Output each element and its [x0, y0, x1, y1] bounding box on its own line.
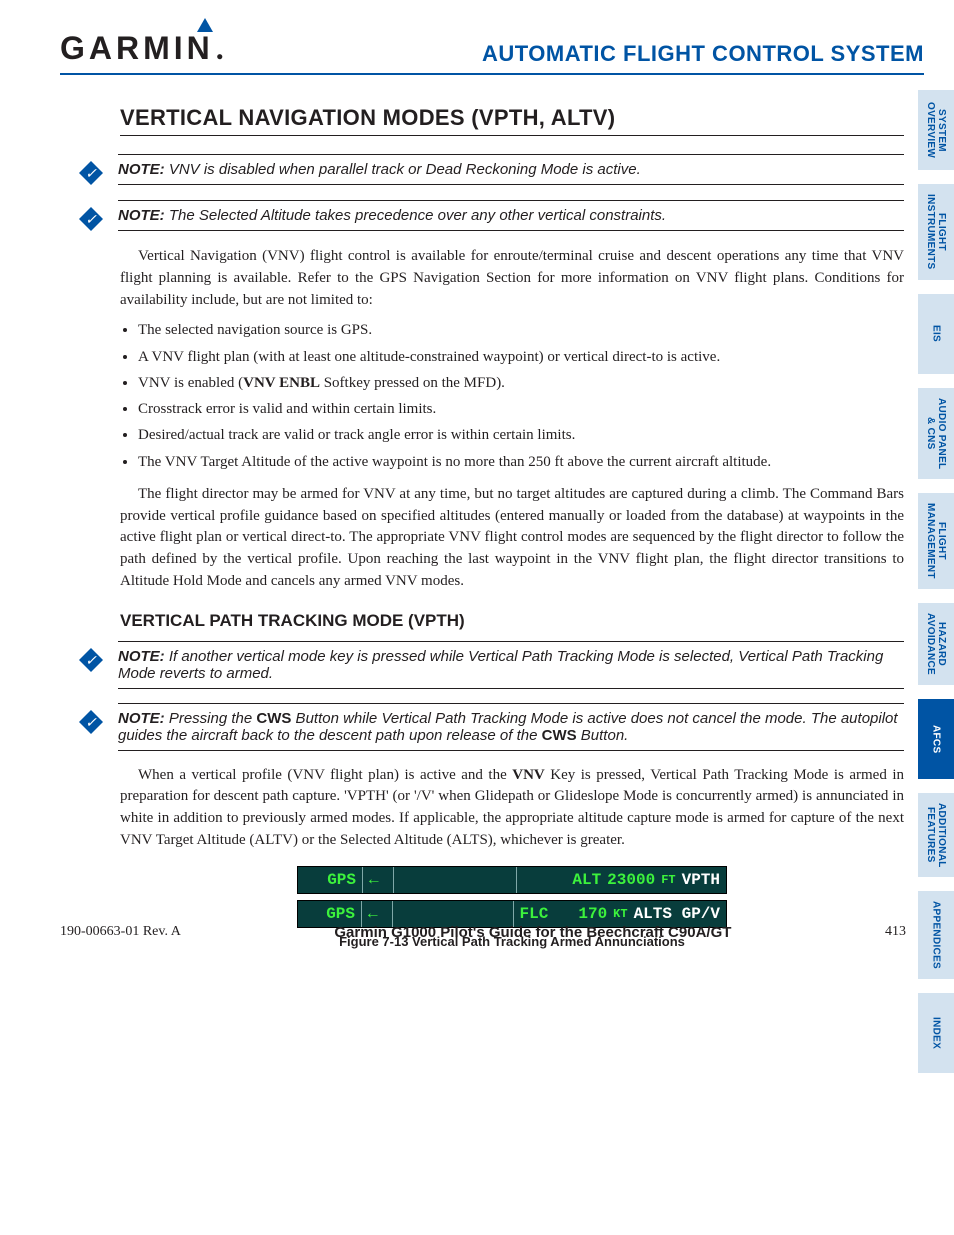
- side-tab[interactable]: APPENDICES: [918, 891, 954, 979]
- footer-doc-id: 190-00663-01 Rev. A: [60, 924, 181, 940]
- note-text: If another vertical mode key is pressed …: [118, 648, 883, 682]
- note-icon: ✓: [78, 709, 104, 735]
- side-tab[interactable]: HAZARD AVOIDANCE: [918, 603, 954, 685]
- footer-page-number: 413: [885, 924, 906, 940]
- paragraph-fd: The flight director may be armed for VNV…: [120, 484, 904, 593]
- note-label: NOTE:: [118, 207, 165, 224]
- logo-triangle-icon: [197, 18, 213, 32]
- section-title-header: AUTOMATIC FLIGHT CONTROL SYSTEM: [482, 41, 924, 67]
- page-footer: 190-00663-01 Rev. A Garmin G1000 Pilot's…: [60, 924, 906, 941]
- ann-gps: GPS: [298, 867, 363, 893]
- ann-value: 23000: [607, 871, 655, 889]
- side-tab[interactable]: INDEX: [918, 993, 954, 1073]
- side-tab[interactable]: FLIGHT MANAGEMENT: [918, 493, 954, 589]
- side-tab[interactable]: ADDITIONAL FEATURES: [918, 793, 954, 878]
- list-item: Desired/actual track are valid or track …: [138, 424, 904, 447]
- sub-heading-vpth: VERTICAL PATH TRACKING MODE (VPTH): [120, 611, 904, 631]
- list-item: The selected navigation source is GPS.: [138, 319, 904, 342]
- ann-value: 170: [578, 905, 607, 923]
- list-item: VNV is enabled (VNV ENBL Softkey pressed…: [138, 372, 904, 395]
- ann-unit: KT: [613, 907, 627, 921]
- page-header: GARMIN. AUTOMATIC FLIGHT CONTROL SYSTEM: [60, 30, 924, 75]
- garmin-logo: GARMIN.: [60, 30, 224, 67]
- note-label: NOTE:: [118, 648, 165, 665]
- svg-text:✓: ✓: [85, 211, 97, 227]
- svg-text:✓: ✓: [85, 652, 97, 668]
- ann-armed: ALTS GP/V: [634, 905, 720, 923]
- annunciator-figure: GPS ← ALT 23000 FT VPTH GPS ← FLC 170 KT A…: [297, 866, 727, 928]
- side-tab[interactable]: AUDIO PANEL & CNS: [918, 388, 954, 479]
- ann-mode: ALT: [572, 871, 601, 889]
- main-heading: VERTICAL NAVIGATION MODES (VPTH, ALTV): [120, 105, 904, 136]
- conditions-list: The selected navigation source is GPS. A…: [120, 319, 904, 474]
- note-4: ✓ NOTE: Pressing the CWS Button while Ve…: [120, 703, 904, 751]
- svg-text:✓: ✓: [85, 165, 97, 181]
- note-text: The Selected Altitude takes precedence o…: [165, 207, 666, 224]
- ann-armed: VPTH: [682, 871, 720, 889]
- note-icon: ✓: [78, 206, 104, 232]
- annunciator-row-1: GPS ← ALT 23000 FT VPTH: [297, 866, 727, 894]
- footer-doc-title: Garmin G1000 Pilot's Guide for the Beech…: [334, 924, 731, 941]
- ann-mode: FLC: [520, 905, 549, 923]
- note-label: NOTE:: [118, 161, 165, 178]
- note-1: ✓ NOTE: VNV is disabled when parallel tr…: [120, 154, 904, 186]
- list-item: A VNV flight plan (with at least one alt…: [138, 346, 904, 369]
- note-3: ✓ NOTE: If another vertical mode key is …: [120, 641, 904, 689]
- arrow-left-icon: ←: [363, 867, 394, 893]
- paragraph-vpth: When a vertical profile (VNV flight plan…: [120, 765, 904, 852]
- brand-text: GARMIN: [60, 30, 214, 67]
- list-item: The VNV Target Altitude of the active wa…: [138, 451, 904, 474]
- svg-text:✓: ✓: [85, 714, 97, 730]
- note-icon: ✓: [78, 160, 104, 186]
- note-icon: ✓: [78, 647, 104, 673]
- side-tabs-nav: SYSTEM OVERVIEW FLIGHT INSTRUMENTS EIS AUDI…: [918, 90, 954, 1073]
- side-tab[interactable]: AFCS: [918, 699, 954, 779]
- side-tab[interactable]: EIS: [918, 294, 954, 374]
- ann-unit: FT: [661, 873, 675, 887]
- note-label: NOTE:: [118, 710, 165, 727]
- side-tab[interactable]: SYSTEM OVERVIEW: [918, 90, 954, 170]
- list-item: Crosstrack error is valid and within cer…: [138, 398, 904, 421]
- note-2: ✓ NOTE: The Selected Altitude takes prec…: [120, 200, 904, 232]
- paragraph-intro: Vertical Navigation (VNV) flight control…: [120, 246, 904, 311]
- side-tab[interactable]: FLIGHT INSTRUMENTS: [918, 184, 954, 280]
- note-text: VNV is disabled when parallel track or D…: [165, 161, 641, 178]
